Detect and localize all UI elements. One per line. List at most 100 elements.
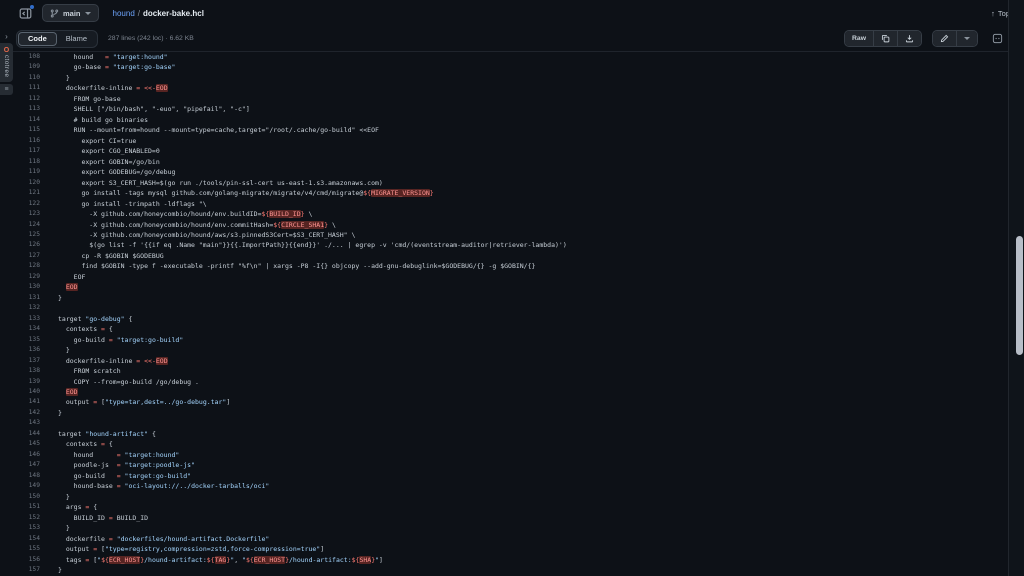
line-content: find $GOBIN -type f -executable -printf … bbox=[40, 261, 535, 271]
line-number[interactable]: 133 bbox=[0, 314, 40, 324]
line-number[interactable]: 140 bbox=[0, 387, 40, 397]
line-number[interactable]: 123 bbox=[0, 209, 40, 219]
code-line: 117 export CGO_ENABLED=0 bbox=[0, 146, 1008, 156]
download-button[interactable] bbox=[897, 31, 921, 46]
line-number[interactable]: 149 bbox=[0, 481, 40, 491]
octotree-expand-chevron[interactable]: › bbox=[0, 31, 13, 42]
line-content bbox=[40, 418, 58, 428]
line-number[interactable]: 132 bbox=[0, 303, 40, 313]
line-content: export CGO_ENABLED=0 bbox=[40, 146, 160, 156]
raw-button[interactable]: Raw bbox=[845, 31, 873, 46]
line-number[interactable]: 145 bbox=[0, 439, 40, 449]
line-number[interactable]: 138 bbox=[0, 366, 40, 376]
line-number[interactable]: 148 bbox=[0, 471, 40, 481]
octotree-logo-icon: O bbox=[4, 47, 9, 54]
line-number[interactable]: 147 bbox=[0, 460, 40, 470]
code-line: 108 hound = "target:hound" bbox=[0, 52, 1008, 62]
line-number[interactable]: 155 bbox=[0, 544, 40, 554]
line-number[interactable]: 153 bbox=[0, 523, 40, 533]
page-scrollbar-track[interactable] bbox=[1008, 0, 1024, 576]
line-number[interactable]: 115 bbox=[0, 125, 40, 135]
copy-icon bbox=[881, 34, 890, 43]
line-content: COPY --from=go-build /go/debug . bbox=[40, 377, 199, 387]
line-number[interactable]: 128 bbox=[0, 261, 40, 271]
line-content: go-build = "target:go-build" bbox=[40, 335, 183, 345]
line-number[interactable]: 142 bbox=[0, 408, 40, 418]
line-number[interactable]: 125 bbox=[0, 230, 40, 240]
line-content: contexts = { bbox=[40, 439, 113, 449]
line-number[interactable]: 126 bbox=[0, 240, 40, 250]
code-line: 130 EOD bbox=[0, 282, 1008, 292]
line-number[interactable]: 139 bbox=[0, 377, 40, 387]
tab-blame[interactable]: Blame bbox=[57, 32, 96, 46]
octotree-tab[interactable]: O ctotree bbox=[0, 43, 13, 82]
code-line: 112 FROM go-base bbox=[0, 94, 1008, 104]
pencil-icon bbox=[940, 34, 949, 43]
line-number[interactable]: 141 bbox=[0, 397, 40, 407]
notification-dot bbox=[30, 5, 34, 9]
breadcrumb-repo-link[interactable]: hound bbox=[113, 9, 135, 18]
line-number[interactable]: 146 bbox=[0, 450, 40, 460]
branch-name: main bbox=[63, 9, 81, 18]
code-line: 151 args = { bbox=[0, 502, 1008, 512]
code-line: 127 cp -R $GOBIN $GODEBUG bbox=[0, 251, 1008, 261]
edit-button[interactable] bbox=[933, 31, 956, 46]
line-content: SHELL ["/bin/bash", "-euo", "pipefail", … bbox=[40, 104, 250, 114]
line-number[interactable]: 122 bbox=[0, 199, 40, 209]
line-number[interactable]: 144 bbox=[0, 429, 40, 439]
code-line: 119 export GODEBUG=/go/debug bbox=[0, 167, 1008, 177]
chevron-down-icon bbox=[964, 37, 970, 40]
line-number[interactable]: 116 bbox=[0, 136, 40, 146]
line-content: export GODEBUG=/go/debug bbox=[40, 167, 175, 177]
page-scrollbar-thumb[interactable] bbox=[1016, 236, 1023, 355]
line-number[interactable]: 152 bbox=[0, 513, 40, 523]
line-number[interactable]: 127 bbox=[0, 251, 40, 261]
line-number[interactable]: 117 bbox=[0, 146, 40, 156]
edit-dropdown-button[interactable] bbox=[956, 31, 977, 46]
line-number[interactable]: 143 bbox=[0, 418, 40, 428]
line-content: FROM scratch bbox=[40, 366, 121, 376]
line-number[interactable]: 134 bbox=[0, 324, 40, 334]
arrow-up-icon: ↑ bbox=[991, 9, 995, 18]
line-number[interactable]: 150 bbox=[0, 492, 40, 502]
file-toolbar: Code Blame 287 lines (242 loc) · 6.62 KB… bbox=[0, 26, 1024, 52]
line-number[interactable]: 157 bbox=[0, 565, 40, 575]
line-number[interactable]: 118 bbox=[0, 157, 40, 167]
line-content: } bbox=[40, 565, 62, 575]
line-number[interactable]: 113 bbox=[0, 104, 40, 114]
line-number[interactable]: 129 bbox=[0, 272, 40, 282]
code-line: 144target "hound-artifact" { bbox=[0, 429, 1008, 439]
expand-file-tree-button[interactable] bbox=[16, 4, 34, 22]
line-content: go-base = "target:go-base" bbox=[40, 62, 175, 72]
symbols-panel-button[interactable] bbox=[988, 30, 1006, 47]
line-number[interactable]: 114 bbox=[0, 115, 40, 125]
line-number[interactable]: 124 bbox=[0, 220, 40, 230]
line-content: target "go-debug" { bbox=[40, 314, 132, 324]
line-number[interactable]: 112 bbox=[0, 94, 40, 104]
code-line: 121 go install -tags mysql github.com/go… bbox=[0, 188, 1008, 198]
breadcrumb: hound / docker-bake.hcl bbox=[113, 9, 204, 18]
line-number[interactable]: 135 bbox=[0, 335, 40, 345]
line-number[interactable]: 121 bbox=[0, 188, 40, 198]
line-number[interactable]: 156 bbox=[0, 555, 40, 565]
code-line: 113 SHELL ["/bin/bash", "-euo", "pipefai… bbox=[0, 104, 1008, 114]
code-line: 114 # build go binaries bbox=[0, 115, 1008, 125]
line-number[interactable]: 136 bbox=[0, 345, 40, 355]
line-content: } bbox=[40, 523, 70, 533]
line-number[interactable]: 119 bbox=[0, 167, 40, 177]
tab-code[interactable]: Code bbox=[18, 32, 57, 46]
line-number[interactable]: 120 bbox=[0, 178, 40, 188]
line-number[interactable]: 151 bbox=[0, 502, 40, 512]
line-number[interactable]: 130 bbox=[0, 282, 40, 292]
octotree-menu-button[interactable]: ≡ bbox=[0, 84, 13, 95]
line-number[interactable]: 131 bbox=[0, 293, 40, 303]
branch-selector-button[interactable]: main bbox=[42, 4, 99, 22]
line-content: -X github.com/honeycombio/hound/aws/s3.p… bbox=[40, 230, 355, 240]
code-line: 146 hound = "target:hound" bbox=[0, 450, 1008, 460]
copy-button[interactable] bbox=[873, 31, 897, 46]
line-content: output = ["type=registry,compression=zst… bbox=[40, 544, 324, 554]
line-number[interactable]: 154 bbox=[0, 534, 40, 544]
line-number[interactable]: 137 bbox=[0, 356, 40, 366]
code-line: 155 output = ["type=registry,compression… bbox=[0, 544, 1008, 554]
chevron-down-icon bbox=[85, 12, 91, 15]
